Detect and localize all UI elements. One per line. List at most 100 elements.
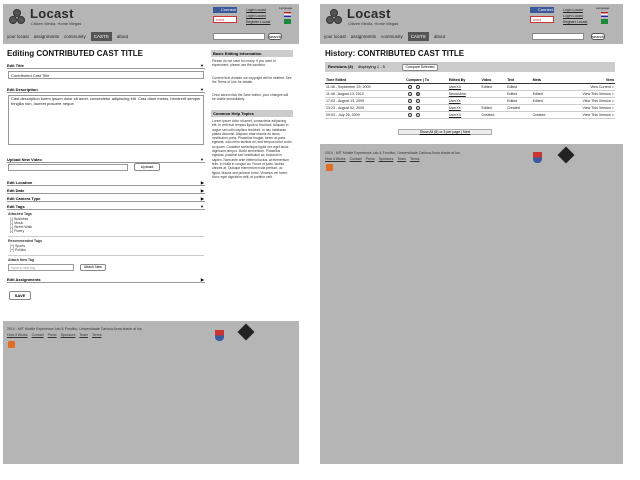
nav-casts[interactable]: CASTS bbox=[90, 32, 112, 41]
section-label: Upload New Video bbox=[7, 157, 42, 162]
facebook-connect-button[interactable]: Connect bbox=[213, 7, 237, 13]
footer-link[interactable]: Contact bbox=[350, 157, 362, 161]
view-version-link[interactable]: View This Version > bbox=[557, 97, 615, 105]
locast-logo-icon[interactable] bbox=[9, 9, 25, 25]
footer-link[interactable]: Sponsors bbox=[61, 333, 76, 337]
row-text: Edited bbox=[506, 83, 532, 91]
row-editor-link[interactable]: UserXX bbox=[447, 83, 481, 91]
edit-camera-section[interactable]: Edit Camera Type ▶ bbox=[7, 195, 205, 202]
row-editor-link[interactable]: UserXX bbox=[447, 111, 481, 119]
flag-pt-icon[interactable] bbox=[601, 19, 608, 24]
search-button[interactable]: search bbox=[591, 33, 605, 40]
edit-tags-section[interactable]: Edit Tags ▼ bbox=[7, 203, 205, 210]
edit-title-section[interactable]: Edit Title ▼ bbox=[7, 62, 205, 69]
nav-casts[interactable]: CASTS bbox=[407, 32, 429, 41]
nav-your-locast[interactable]: your locast bbox=[324, 32, 346, 41]
footer-link[interactable]: How it Works bbox=[325, 157, 346, 161]
nav-community[interactable]: community bbox=[64, 32, 86, 41]
row-editor-link[interactable]: UserXx bbox=[447, 97, 481, 105]
section-label: Edit Assignments bbox=[7, 277, 41, 282]
footer-link[interactable]: Team bbox=[397, 157, 406, 161]
table-row: 17:03 - August 13, 2009 UserXx Edited Edite… bbox=[325, 97, 615, 105]
row-editor-link[interactable]: Neowshha bbox=[447, 90, 481, 98]
row-meta: Edited bbox=[531, 97, 558, 105]
row-text: Created bbox=[506, 104, 532, 112]
compare-radio[interactable] bbox=[408, 105, 413, 110]
nav-your-locast[interactable]: your locast bbox=[7, 32, 29, 41]
tag-item[interactable]: [+] Politics bbox=[10, 248, 26, 252]
footer-link[interactable]: How it Works bbox=[7, 333, 28, 337]
footer-link[interactable]: Team bbox=[79, 333, 88, 337]
title-input[interactable]: Contributed Cast Title bbox=[8, 71, 204, 79]
flag-pt-icon[interactable] bbox=[284, 19, 291, 24]
edit-description-section[interactable]: Edit Description ▼ bbox=[7, 86, 205, 93]
tag-item[interactable]: [-] Poetry bbox=[10, 229, 24, 233]
footer-link[interactable]: Press bbox=[48, 333, 57, 337]
upload-video-section[interactable]: Upload New Video ▼ bbox=[7, 156, 205, 163]
footer-link[interactable]: Press bbox=[366, 157, 375, 161]
pagination-text[interactable]: Show All (8) or 5 per page | Next bbox=[420, 130, 471, 134]
flag-en-icon[interactable] bbox=[284, 12, 291, 17]
search-input[interactable] bbox=[213, 33, 265, 40]
footer-link[interactable]: Sponsors bbox=[379, 157, 394, 161]
compare-to-radio[interactable] bbox=[416, 112, 421, 117]
divider bbox=[8, 255, 204, 256]
page-title: Editing CONTRIBUTED CAST TITLE bbox=[7, 49, 143, 58]
compare-radio[interactable] bbox=[408, 84, 413, 89]
row-time: 11:48 - August 13, 2010 bbox=[325, 90, 406, 98]
row-editor-link[interactable]: UserXx bbox=[447, 104, 481, 112]
footer-link[interactable]: Terms bbox=[410, 157, 420, 161]
row-time: 13:23 - August 02, 2009 bbox=[325, 104, 406, 112]
upload-button[interactable]: Upload bbox=[134, 163, 160, 171]
chevron-down-icon: ▼ bbox=[200, 63, 204, 68]
compare-to-radio[interactable] bbox=[416, 91, 421, 96]
compare-radio[interactable] bbox=[408, 98, 413, 103]
edit-date-section[interactable]: Edit Date ▶ bbox=[7, 187, 205, 194]
row-compare bbox=[405, 83, 448, 91]
nav-assignments[interactable]: assignments bbox=[351, 32, 376, 41]
top-link[interactable]: Register Locast bbox=[246, 19, 270, 25]
edit-location-section[interactable]: Edit Location ▶ bbox=[7, 179, 205, 186]
footer-link[interactable]: Terms bbox=[92, 333, 102, 337]
exchange-button[interactable]: cxlxt bbox=[530, 16, 554, 23]
attach-tag-button[interactable]: Attach New bbox=[80, 264, 106, 271]
compare-radio[interactable] bbox=[408, 112, 413, 117]
row-compare bbox=[405, 90, 448, 98]
save-button[interactable]: SAVE bbox=[9, 291, 31, 300]
compare-radio[interactable] bbox=[408, 91, 413, 96]
view-version-link[interactable]: View This Version > bbox=[557, 104, 615, 112]
new-tag-input[interactable]: Input a new tag bbox=[8, 264, 74, 271]
description-textarea[interactable]: Cast description lorem ipsum dolor sit a… bbox=[8, 95, 204, 145]
pagination[interactable]: Show All (8) or 5 per page | Next bbox=[398, 129, 492, 135]
site-title[interactable]: Locast bbox=[347, 6, 391, 21]
row-video: Created bbox=[480, 111, 507, 119]
nav-about[interactable]: about bbox=[434, 32, 445, 41]
compare-to-radio[interactable] bbox=[416, 98, 421, 103]
search-button[interactable]: search bbox=[268, 33, 282, 40]
rss-icon[interactable] bbox=[8, 341, 15, 348]
view-version-link[interactable]: View Current > bbox=[557, 83, 615, 91]
file-input[interactable] bbox=[8, 164, 128, 171]
exchange-button[interactable]: cxlxt bbox=[213, 16, 237, 23]
top-link[interactable]: Register Locast bbox=[563, 19, 587, 25]
language-label: Language bbox=[596, 6, 610, 10]
table-row: 11:48 - September 29, 2009 UserXX Edited Ed… bbox=[325, 83, 615, 91]
chevron-right-icon: ▶ bbox=[200, 196, 204, 201]
view-version-link[interactable]: View This Version > bbox=[557, 90, 615, 98]
site-title[interactable]: Locast bbox=[30, 6, 74, 21]
nav-about[interactable]: about bbox=[117, 32, 128, 41]
locast-logo-icon[interactable] bbox=[326, 9, 342, 25]
edit-assignments-section[interactable]: Edit Assignments ▶ bbox=[7, 276, 205, 283]
compare-to-radio[interactable] bbox=[416, 84, 421, 89]
flag-en-icon[interactable] bbox=[601, 12, 608, 17]
nav-community[interactable]: community bbox=[381, 32, 403, 41]
footer-link[interactable]: Contact bbox=[32, 333, 44, 337]
rss-icon[interactable] bbox=[326, 164, 333, 171]
search-input[interactable] bbox=[532, 33, 584, 40]
row-meta bbox=[531, 104, 558, 112]
nav-assignments[interactable]: assignments bbox=[34, 32, 59, 41]
facebook-connect-button[interactable]: Connect bbox=[530, 7, 554, 13]
compare-selected-button[interactable]: Compare Selected bbox=[402, 63, 438, 71]
view-version-link[interactable]: View This Version > bbox=[557, 111, 615, 119]
compare-to-radio[interactable] bbox=[416, 105, 421, 110]
